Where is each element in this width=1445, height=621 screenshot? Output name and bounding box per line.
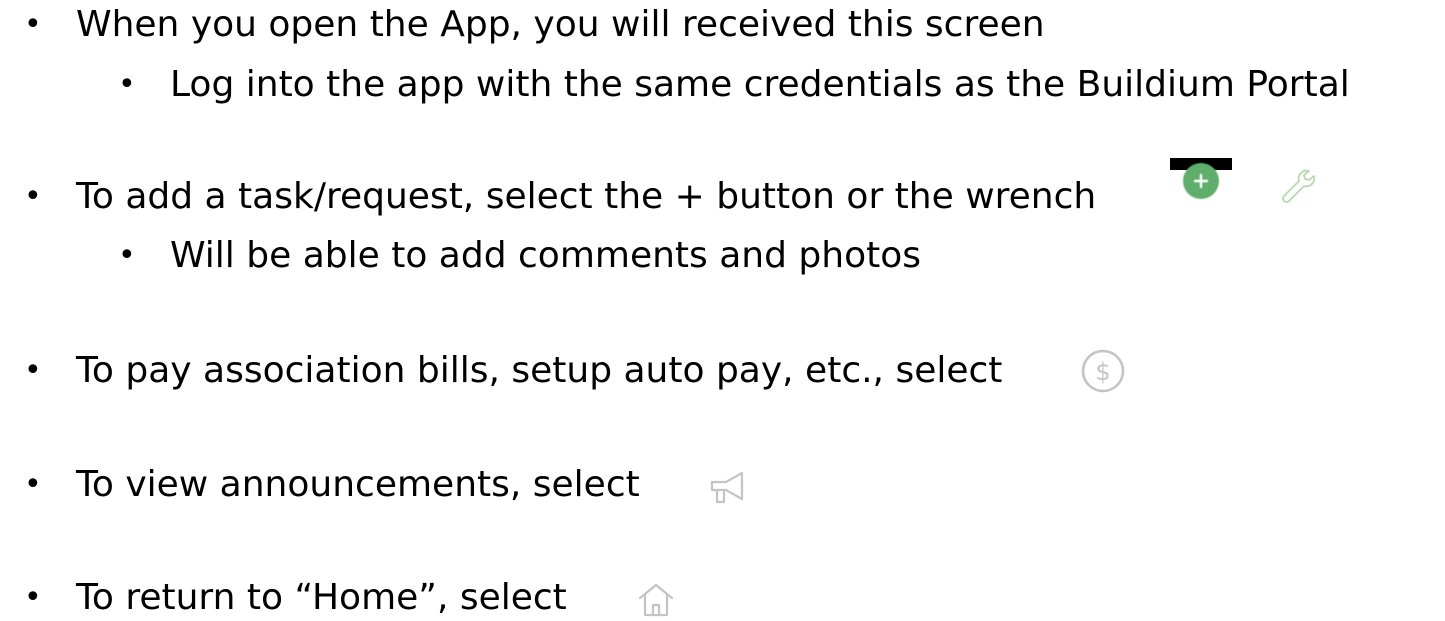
bullet-dot: •: [24, 467, 42, 502]
bullet-text: To view announcements, select: [76, 464, 640, 505]
add-task-button[interactable]: [1170, 158, 1232, 206]
bullet-text: To add a task/request, select the + butt…: [76, 176, 1097, 217]
svg-text:$: $: [1095, 358, 1110, 386]
bullet-dot: •: [118, 238, 136, 273]
bullet-text: To return to “Home”, select: [76, 577, 567, 618]
bullet-dot: •: [24, 179, 42, 214]
bullet-text: When you open the App, you will received…: [76, 4, 1045, 45]
plus-icon: [1183, 163, 1219, 199]
slide: • When you open the App, you will receiv…: [0, 0, 1445, 621]
megaphone-icon[interactable]: [706, 468, 752, 508]
home-icon[interactable]: [636, 581, 676, 619]
bullet-dot: •: [24, 353, 42, 388]
wrench-icon[interactable]: [1276, 165, 1318, 207]
bullet-dot: •: [24, 7, 42, 42]
dollar-circle-icon[interactable]: $: [1077, 345, 1129, 397]
bullet-dot: •: [24, 580, 42, 615]
bullet-text: To pay association bills, setup auto pay…: [76, 350, 1003, 391]
bullet-text: Will be able to add comments and photos: [170, 235, 921, 276]
bullet-text: Log into the app with the same credentia…: [170, 64, 1350, 105]
bullet-dot: •: [118, 67, 136, 102]
